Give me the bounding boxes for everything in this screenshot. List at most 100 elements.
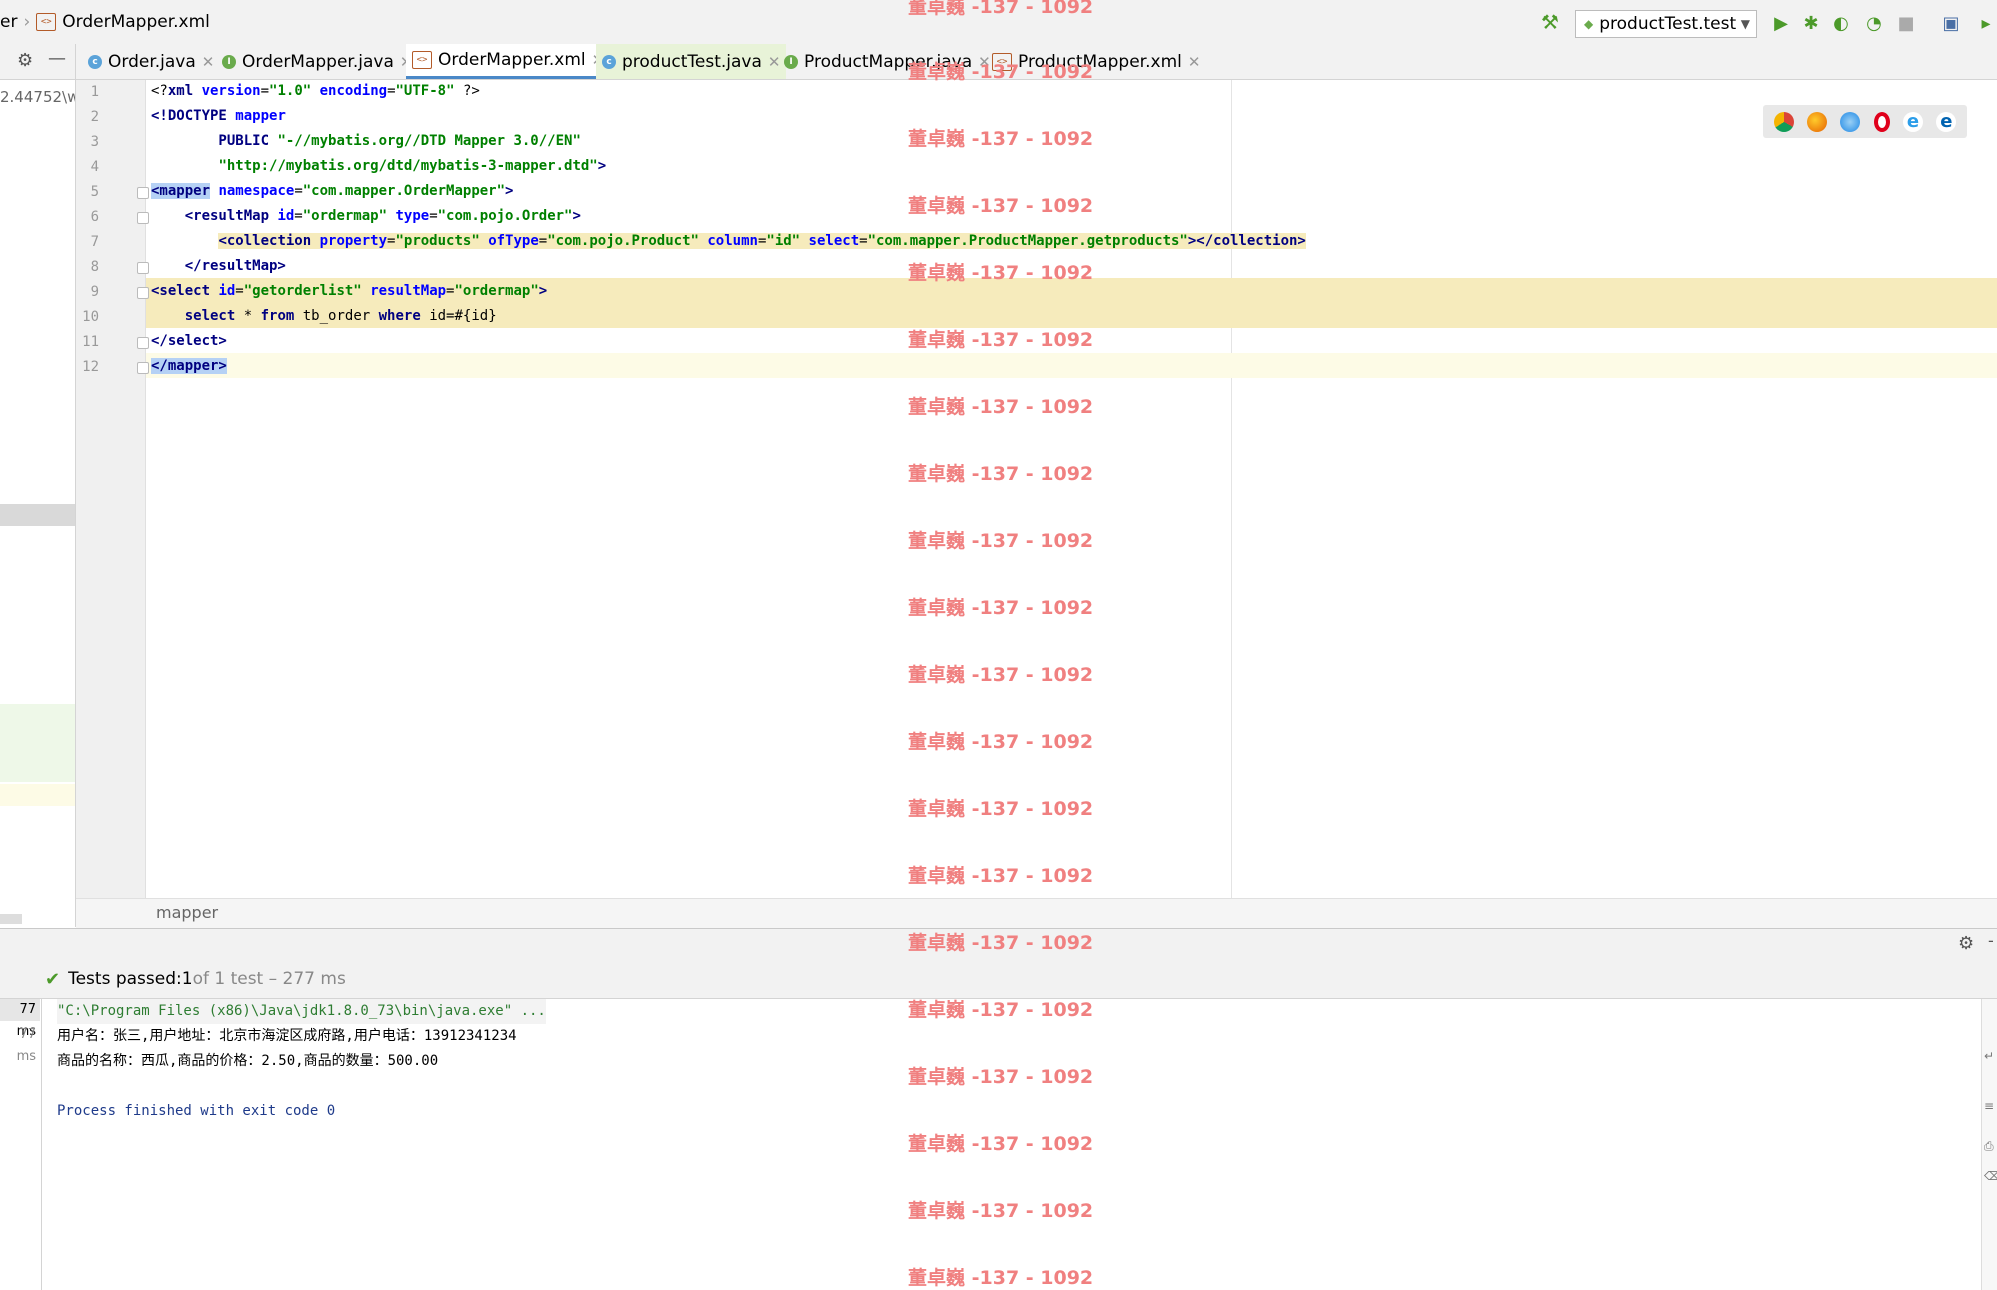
code-line-4: "http://mybatis.org/dtd/mybatis-3-mapper… xyxy=(218,158,607,174)
watermark: 董卓巍 -137 - 1092 xyxy=(908,530,1094,552)
fold-marker-icon[interactable] xyxy=(137,337,149,349)
watermark: 董卓巍 -137 - 1092 xyxy=(908,1133,1094,1155)
watermark: 董卓巍 -137 - 1092 xyxy=(908,262,1094,284)
run-config-label: productTest.test xyxy=(1599,14,1737,34)
profile-icon[interactable]: ◔ xyxy=(1863,12,1885,34)
watermark: 董卓巍 -137 - 1092 xyxy=(908,463,1094,485)
breadcrumb-parent[interactable]: er xyxy=(0,12,17,32)
gear-icon[interactable]: ⚙ xyxy=(1958,933,1974,954)
console-line: 商品的名称：西瓜,商品的价格：2.50,商品的数量：500.00 xyxy=(57,1053,439,1069)
line-number: 4 xyxy=(90,159,99,175)
tests-passed-label: Tests passed: xyxy=(68,969,182,989)
test-duration[interactable]: 77 ms xyxy=(0,1024,40,1064)
print-icon[interactable]: ⎙ xyxy=(1984,1139,1994,1154)
watermark: 董卓巍 -137 - 1092 xyxy=(908,128,1094,150)
tab-label: OrderMapper.xml xyxy=(438,50,586,70)
tab-label: OrderMapper.java xyxy=(242,51,394,72)
breadcrumb-file[interactable]: OrderMapper.xml xyxy=(62,12,210,32)
line-number: 8 xyxy=(90,259,99,275)
tab-producttest-java[interactable]: c productTest.java ✕ xyxy=(596,44,787,79)
fold-marker-icon[interactable] xyxy=(137,362,149,374)
line-number: 6 xyxy=(90,209,99,225)
build-hammer-icon[interactable]: ⚒ xyxy=(1541,12,1563,32)
test-status-bar: ✔ Tests passed: 1 of 1 test – 277 ms xyxy=(0,960,1997,999)
tab-ordermapper-java[interactable]: I OrderMapper.java ✕ xyxy=(216,44,418,79)
right-margin-guide xyxy=(1231,80,1232,898)
chrome-icon[interactable] xyxy=(1773,111,1794,132)
watermark: 董卓巍 -137 - 1092 xyxy=(908,195,1094,217)
watermark: 董卓巍 -137 - 1092 xyxy=(908,999,1094,1021)
code-line-9: <select id="getorderlist" resultMap="ord… xyxy=(151,283,548,299)
tab-ordermapper-xml[interactable]: <> OrderMapper.xml ✕ xyxy=(406,44,611,79)
tab-label: Order.java xyxy=(108,51,196,72)
fold-marker-icon[interactable] xyxy=(137,187,149,199)
line-number: 9 xyxy=(90,284,99,300)
watermark: 董卓巍 -137 - 1092 xyxy=(908,932,1094,954)
watermark: 董卓巍 -137 - 1092 xyxy=(908,597,1094,619)
soft-wrap-icon[interactable]: ↵ xyxy=(1984,1049,1994,1063)
hide-icon[interactable]: - xyxy=(1988,931,1994,950)
gear-icon[interactable]: ⚙ xyxy=(17,50,33,71)
tab-label: productTest.java xyxy=(622,51,762,72)
line-number: 1 xyxy=(90,84,99,100)
class-icon: c xyxy=(602,54,616,69)
code-line-12: </mapper> xyxy=(151,358,227,374)
test-duration[interactable]: 77 ms xyxy=(0,999,40,1039)
fold-marker-icon[interactable] xyxy=(137,287,149,299)
xml-file-icon: <> xyxy=(36,13,57,31)
tab-order-java[interactable]: c Order.java ✕ xyxy=(82,44,220,79)
line-number: 2 xyxy=(90,109,99,125)
edge-icon[interactable]: e xyxy=(1936,111,1957,132)
safari-icon[interactable] xyxy=(1840,111,1861,132)
close-icon[interactable]: ✕ xyxy=(202,53,215,71)
selected-tree-row[interactable] xyxy=(0,504,75,526)
run-config-icon: ◆ xyxy=(1584,17,1594,31)
watermark: 董卓巍 -137 - 1092 xyxy=(908,664,1094,686)
fold-marker-icon[interactable] xyxy=(137,212,149,224)
close-icon[interactable]: ✕ xyxy=(1188,53,1201,71)
line-number: 7 xyxy=(90,234,99,250)
coverage-icon[interactable]: ◐ xyxy=(1830,12,1852,34)
watermark: 董卓巍 -137 - 1092 xyxy=(908,798,1094,820)
fold-marker-icon[interactable] xyxy=(137,262,149,274)
opera-icon[interactable] xyxy=(1873,111,1890,132)
chevron-down-icon: ▼ xyxy=(1740,17,1750,31)
code-line-11: </select> xyxy=(151,333,227,349)
terminal-icon[interactable]: ▸ xyxy=(1975,12,1997,34)
breadcrumb: er › <> OrderMapper.xml xyxy=(0,0,210,44)
class-icon: c xyxy=(88,54,102,69)
changed-file-row[interactable] xyxy=(0,704,75,782)
structure-crumb[interactable]: mapper xyxy=(156,903,218,922)
watermark: 董卓巍 -137 - 1092 xyxy=(908,61,1094,83)
console-side-toolbar: ↵ ≡ ⎙ ⌫ xyxy=(1981,999,1997,1290)
tree-row[interactable] xyxy=(0,784,75,806)
line-number: 3 xyxy=(90,134,99,150)
trash-icon[interactable]: ⌫ xyxy=(1984,1169,1997,1183)
xml-file-icon: <> xyxy=(412,51,432,69)
code-line-6: <resultMap id="ordermap" type="com.pojo.… xyxy=(151,208,581,224)
watermark: 董卓巍 -137 - 1092 xyxy=(908,1200,1094,1222)
browser-preview-bar: e e xyxy=(1763,105,1967,138)
code-line-7: <collection property="products" ofType="… xyxy=(218,233,1306,249)
run-icon[interactable]: ▶ xyxy=(1770,12,1792,34)
code-line-10: select * from tb_order where id=#{id} xyxy=(184,308,497,324)
run-configuration-select[interactable]: ◆ productTest.test ▼ xyxy=(1575,10,1757,38)
project-structure-icon[interactable]: ▣ xyxy=(1940,12,1962,34)
watermark: 董卓巍 -137 - 1092 xyxy=(908,329,1094,351)
firefox-icon[interactable] xyxy=(1806,111,1827,132)
watermark: 董卓巍 -137 - 1092 xyxy=(908,1267,1094,1289)
line-number: 11 xyxy=(82,334,99,350)
code-line-5: <mapper namespace="com.mapper.OrderMappe… xyxy=(151,183,514,199)
debug-bug-icon[interactable]: ✱ xyxy=(1800,12,1822,34)
scroll-icon[interactable]: ≡ xyxy=(1984,1099,1994,1113)
minimize-icon[interactable]: — xyxy=(48,48,66,69)
line-number: 5 xyxy=(90,184,99,200)
line-number: 12 xyxy=(82,359,99,375)
internet-explorer-icon[interactable]: e xyxy=(1902,111,1923,132)
scrollbar[interactable] xyxy=(0,914,22,924)
current-line-highlight xyxy=(146,353,1997,378)
stop-icon[interactable]: ■ xyxy=(1895,12,1917,34)
watermark: 董卓巍 -137 - 1092 xyxy=(908,865,1094,887)
code-line-1: <?xml version="1.0" encoding="UTF-8" ?> xyxy=(151,83,480,99)
test-tree: 77 ms 77 ms xyxy=(0,999,40,1290)
